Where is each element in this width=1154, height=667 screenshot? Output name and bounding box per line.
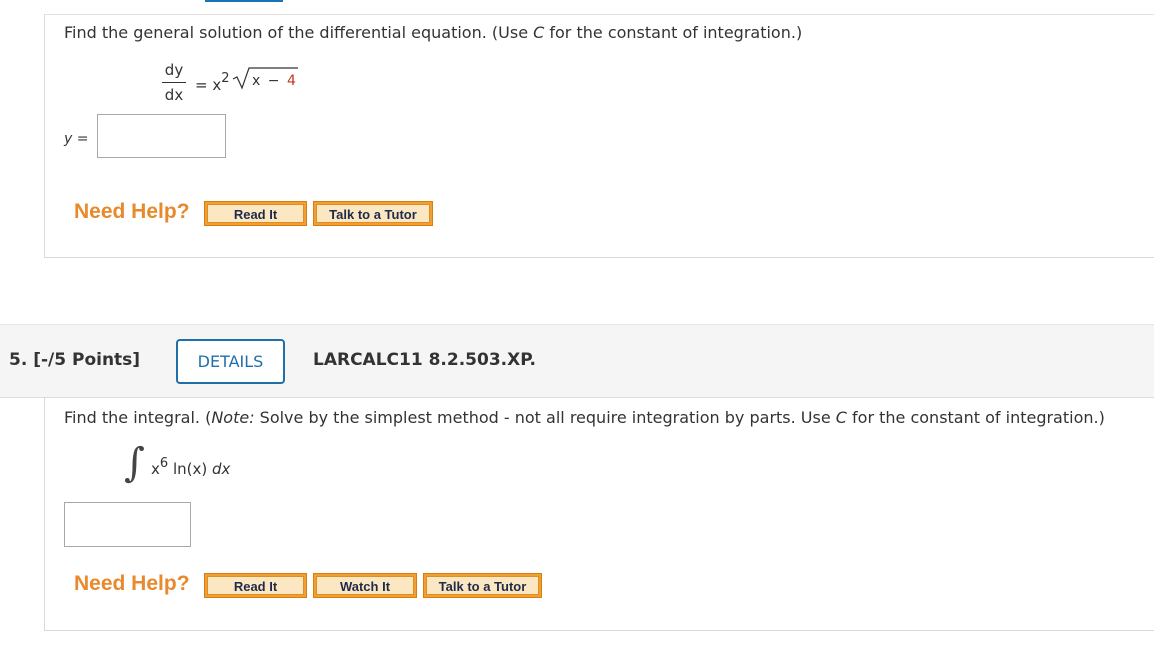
question-number: 5. [-/5 Points] — [9, 350, 141, 370]
button-label: Read It — [207, 204, 304, 223]
details-button[interactable]: DETAILS — [176, 339, 285, 384]
prompt-note: Note: — [211, 408, 255, 427]
watch-it-button-q5[interactable]: Watch It — [313, 573, 417, 598]
question-code: LARCALC11 8.2.503.XP. — [313, 350, 537, 370]
minus-sign: − — [267, 73, 280, 89]
need-help-label-q5: Need Help? — [74, 572, 190, 595]
need-help-label-q4: Need Help? — [74, 200, 190, 223]
button-label: Read It — [207, 576, 304, 595]
prompt-text: Solve by the simplest method - not all r… — [254, 408, 836, 427]
answer-label: y = — [64, 131, 88, 147]
fraction-denominator: dx — [164, 86, 184, 104]
prompt-text: Find the integral. ( — [64, 408, 212, 427]
radicand-constant: 4 — [286, 73, 296, 89]
prompt-text: for the constant of integration.) — [846, 408, 1105, 427]
radicand: x − 4 — [252, 73, 296, 89]
previous-section-accent — [205, 0, 283, 2]
equation-rhs: = x2 — [195, 71, 230, 94]
button-label: Talk to a Tutor — [426, 576, 539, 595]
equals-sign: = — [195, 76, 208, 94]
answer-input-q5[interactable] — [64, 502, 191, 547]
question-5-header: 5. [-/5 Points] DETAILS LARCALC11 8.2.50… — [0, 324, 1154, 398]
talk-to-tutor-button-q5[interactable]: Talk to a Tutor — [423, 573, 542, 598]
differential: dx — [211, 460, 231, 478]
base-x: x — [151, 460, 160, 478]
answer-label-text: y = — [64, 131, 89, 147]
fraction-bar — [162, 82, 186, 83]
question-4-prompt: Find the general solution of the differe… — [64, 23, 802, 42]
talk-to-tutor-button-q4[interactable]: Talk to a Tutor — [313, 201, 433, 226]
prompt-text: for the constant of integration.) — [544, 23, 803, 42]
button-label: Watch It — [316, 576, 414, 595]
derivative-fraction: dy dx — [162, 61, 186, 104]
constant-variable: C — [533, 23, 545, 42]
exponent: 2 — [221, 71, 230, 86]
integrand: x6 ln(x) dx — [151, 456, 231, 478]
prompt-text: Find the general solution of the differe… — [64, 23, 534, 42]
fraction-numerator: dy — [164, 61, 184, 79]
read-it-button-q5[interactable]: Read It — [204, 573, 307, 598]
question-5-prompt: Find the integral. (Note: Solve by the s… — [64, 408, 1105, 427]
answer-input-q4[interactable] — [97, 114, 226, 158]
exponent: 6 — [159, 456, 169, 471]
button-label: Talk to a Tutor — [316, 204, 430, 223]
integral-sign: ∫ — [124, 440, 145, 486]
log-function: ln(x) — [168, 460, 212, 478]
read-it-button-q4[interactable]: Read It — [204, 201, 307, 226]
constant-variable: C — [835, 408, 847, 427]
radicand-x: x — [252, 73, 261, 89]
base-x: x — [212, 76, 222, 94]
